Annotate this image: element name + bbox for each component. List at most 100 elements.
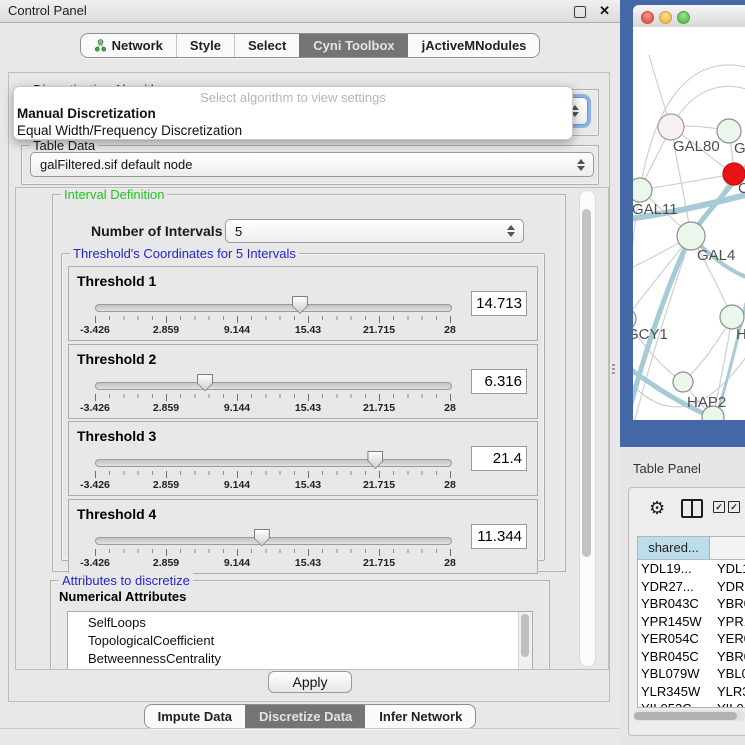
slider-track[interactable] — [95, 537, 452, 545]
table-row[interactable]: YIL052CYIL0 — [638, 700, 745, 708]
slider-tick-label: 2.859 — [153, 402, 179, 414]
network-window-frame: GAL80GACGAL11GAL4GCY1HHAP2 — [620, 0, 745, 447]
column-header-shared-name[interactable]: shared... — [638, 537, 710, 559]
numerical-attributes-list[interactable]: SelfLoopsTopologicalCoefficientBetweenne… — [67, 611, 533, 670]
network-node-label: GCY1 — [633, 326, 668, 343]
slider-tick-label: 28 — [444, 324, 456, 336]
tab-label: Impute Data — [158, 709, 232, 724]
algorithm-option-manual-discretization[interactable]: Manual Discretization — [14, 105, 572, 122]
table-row[interactable]: YBL079WYBL0 — [638, 665, 745, 683]
list-item-selfloops[interactable]: SelfLoops — [68, 614, 532, 632]
tab-style[interactable]: Style — [176, 34, 234, 57]
tab-impute-data[interactable]: Impute Data — [145, 705, 245, 728]
slider-track[interactable] — [95, 459, 452, 467]
table-row[interactable]: YPR145WYPR1 — [638, 613, 745, 631]
numerical-attributes-label: Numerical Attributes — [59, 589, 186, 604]
table-row[interactable]: YDR27...YDR2 — [638, 578, 745, 596]
tab-label: jActiveMNodules — [422, 38, 527, 53]
slider-tick-label: 2.859 — [153, 324, 179, 336]
close-icon[interactable]: ✕ — [599, 0, 610, 22]
checkbox-icon-2[interactable]: ✓ — [728, 501, 740, 513]
table-row[interactable]: YBR045CYBR0 — [638, 648, 745, 666]
network-node-label: H — [736, 326, 745, 343]
list-item-betweennesscentrality[interactable]: BetweennessCentrality — [68, 650, 532, 668]
network-node-label: GAL11 — [633, 201, 678, 218]
columns-icon[interactable] — [681, 499, 703, 518]
shared-name-cell: YPR145W — [638, 613, 712, 631]
threshold-value-field[interactable]: 14.713 — [471, 291, 527, 316]
group-title: Attributes to discretize — [59, 573, 193, 588]
slider-tick-label: 21.715 — [363, 479, 395, 491]
name-cell: YPR1 — [712, 613, 745, 631]
slider-tick-label: 15.43 — [295, 479, 321, 491]
shared-name-cell: YDL19... — [638, 560, 712, 578]
settings-scrollbar-thumb[interactable] — [582, 209, 591, 557]
network-canvas[interactable]: GAL80GACGAL11GAL4GCY1HHAP2 — [633, 27, 745, 420]
tab-network[interactable]: Network — [81, 34, 176, 57]
shared-name-cell: YIL052C — [638, 700, 712, 708]
apply-button[interactable]: Apply — [268, 671, 352, 693]
slider-track[interactable] — [95, 304, 452, 312]
slider-tick-label: 9.144 — [224, 479, 250, 491]
threshold-value-field[interactable]: 11.344 — [471, 524, 527, 549]
slider-tick-label: 9.144 — [224, 557, 250, 569]
tab-label: Select — [248, 38, 286, 53]
list-item-topologicalcoefficient[interactable]: TopologicalCoefficient — [68, 632, 532, 650]
tab-infer-network[interactable]: Infer Network — [365, 705, 475, 728]
settings-scrollbar[interactable] — [579, 190, 596, 667]
shared-name-cell: YBL079W — [638, 665, 712, 683]
tab-label: Cyni Toolbox — [313, 38, 394, 53]
network-node-gal80[interactable] — [658, 114, 684, 140]
control-panel: Control Panel ✕ NetworkStyleSelectCyni T… — [0, 0, 620, 745]
network-node-hap2[interactable] — [673, 372, 693, 392]
tab-label: Infer Network — [379, 709, 462, 724]
close-traffic-light-icon[interactable] — [641, 11, 654, 24]
tab-cyni-toolbox[interactable]: Cyni Toolbox — [299, 34, 407, 57]
slider-tick-label: 28 — [444, 402, 456, 414]
column-header-name[interactable]: na — [710, 537, 745, 559]
float-window-icon[interactable] — [574, 6, 586, 18]
panel-splitter-handle[interactable] — [612, 364, 615, 376]
network-node-gal11[interactable] — [633, 178, 652, 202]
table-row[interactable]: YDL19...YDL1 — [638, 560, 745, 578]
network-node-gal4[interactable] — [677, 222, 705, 250]
table-panel-section: Table Panel ⚙ ✓ ✓ shared... na YDL19...Y… — [620, 447, 745, 745]
table-row[interactable]: YER054CYER0 — [638, 630, 745, 648]
zoom-traffic-light-icon[interactable] — [677, 11, 690, 24]
table-hscrollbar[interactable] — [633, 710, 745, 721]
table-data-combobox[interactable]: galFiltered.sif default node — [30, 152, 594, 177]
dropdown-prompt: Select algorithm to view settings — [14, 87, 572, 105]
list-scrollbar[interactable] — [518, 612, 532, 670]
cyni-toolbox-content: Discretization Algorithm Select algorith… — [8, 72, 610, 702]
shared-name-cell: YBR045C — [638, 648, 712, 666]
checkbox-icon-1[interactable]: ✓ — [713, 501, 725, 513]
table-toolbar: ⚙ ✓ ✓ — [629, 488, 745, 532]
list-scrollbar-thumb[interactable] — [521, 614, 529, 657]
table-row[interactable]: YBR043CYBR0 — [638, 595, 745, 613]
table-row[interactable]: YLR345WYLR3 — [638, 683, 745, 701]
tab-jactivemnodules[interactable]: jActiveMNodules — [408, 34, 540, 57]
slider-tick-label: 9.144 — [224, 402, 250, 414]
slider-tick-label: 21.715 — [363, 324, 395, 336]
network-window-titlebar[interactable] — [633, 5, 745, 28]
minimize-traffic-light-icon[interactable] — [659, 11, 672, 24]
slider-tick-label: 9.144 — [224, 324, 250, 336]
threshold-value-field[interactable]: 6.316 — [471, 369, 527, 394]
gear-icon[interactable]: ⚙ — [649, 497, 665, 519]
tab-select[interactable]: Select — [234, 34, 299, 57]
network-node-label: GAL4 — [697, 247, 735, 264]
num-intervals-label: Number of Intervals — [91, 223, 222, 239]
network-edge — [640, 174, 734, 190]
algorithm-option-equal-width-frequency-discretization[interactable]: Equal Width/Frequency Discretization — [14, 122, 572, 139]
network-node-label: GA — [734, 140, 745, 157]
slider-track[interactable] — [95, 382, 452, 390]
slider-tick-label: 21.715 — [363, 557, 395, 569]
table-hscrollbar-thumb[interactable] — [634, 712, 737, 720]
num-intervals-combobox[interactable]: 5 — [225, 219, 524, 243]
network-node-label: GAL80 — [673, 138, 720, 155]
threshold-value-field[interactable]: 21.4 — [471, 446, 527, 471]
network-icon — [94, 39, 107, 52]
tab-discretize-data[interactable]: Discretize Data — [245, 705, 365, 728]
slider-major-ticks — [95, 316, 451, 323]
right-panel: GAL80GACGAL11GAL4GCY1HHAP2 Table Panel ⚙… — [620, 0, 745, 745]
